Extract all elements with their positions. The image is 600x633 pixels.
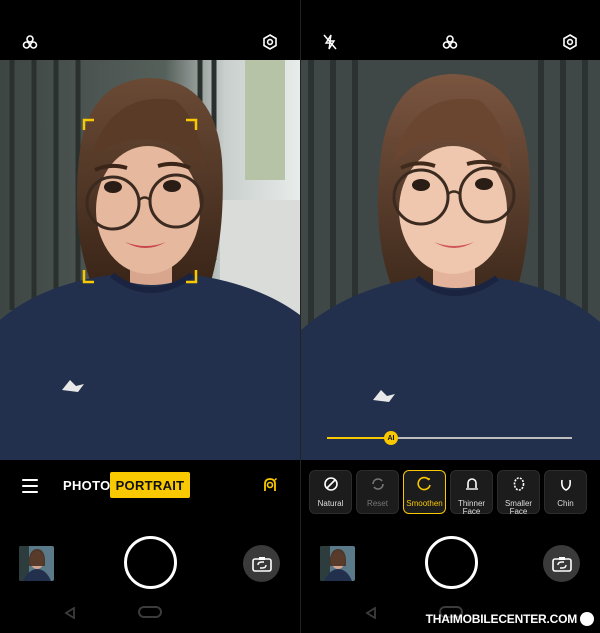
mode-photo[interactable]: PHOTO (63, 478, 111, 493)
watermark-logo-icon (580, 612, 594, 626)
flash-off-icon[interactable] (321, 33, 339, 51)
top-bar (0, 0, 300, 60)
natural-icon (323, 476, 339, 497)
watermark-text: THAIMOBILECENTER.COM (425, 612, 578, 626)
beauty-option-smoothen[interactable]: Smoothen (403, 470, 446, 514)
mode-bar: PHOTO PORTRAIT (0, 466, 300, 506)
camera-screen-beauty: AI Natural Reset Smoothen Thinner Face Small… (301, 0, 600, 633)
back-icon[interactable] (365, 606, 377, 624)
shutter-bar (0, 520, 300, 605)
shutter-bar (301, 520, 600, 605)
beauty-option-label: Thinner Face (457, 499, 486, 516)
beauty-option-label: Smoothen (406, 499, 443, 508)
gallery-thumbnail[interactable] (320, 546, 355, 581)
watermark: THAIMOBILECENTER.COM (426, 612, 594, 626)
slider-fill (327, 437, 391, 439)
camera-screen-portrait: PHOTO PORTRAIT (0, 0, 300, 633)
settings-icon[interactable] (561, 33, 579, 51)
chin-icon (558, 476, 574, 497)
beauty-option-thinner-face[interactable]: Thinner Face (450, 470, 493, 516)
beauty-option-label: Chin (557, 499, 574, 508)
filter-icon[interactable] (441, 33, 459, 51)
smaller-face-icon (511, 476, 527, 497)
beauty-option-smaller-face[interactable]: Smaller Face (497, 470, 540, 516)
shutter-button[interactable] (425, 536, 478, 589)
back-icon[interactable] (64, 606, 76, 624)
switch-camera-icon[interactable] (543, 545, 580, 582)
beauty-option-label: Reset (367, 499, 388, 508)
beauty-option-label: Natural (317, 499, 344, 508)
home-icon[interactable] (138, 606, 162, 618)
reset-icon (370, 476, 386, 497)
switch-camera-icon[interactable] (243, 545, 280, 582)
beauty-icon[interactable] (262, 477, 278, 493)
beauty-options: Natural Reset Smoothen Thinner Face Smaller … (309, 470, 600, 516)
smoothen-icon (416, 476, 433, 497)
gallery-thumbnail[interactable] (19, 546, 54, 581)
shutter-button[interactable] (124, 536, 177, 589)
beauty-option-natural[interactable]: Natural (309, 470, 352, 514)
slider-knob[interactable]: AI (384, 431, 398, 445)
mode-portrait[interactable]: PORTRAIT (110, 472, 190, 498)
thinner-face-icon (464, 476, 480, 497)
settings-icon[interactable] (261, 33, 279, 51)
beauty-option-reset: Reset (356, 470, 399, 514)
system-nav-bar (0, 600, 300, 633)
top-bar (301, 0, 600, 60)
camera-preview[interactable] (0, 60, 300, 460)
beauty-option-label: Smaller Face (504, 499, 533, 516)
beauty-option-chin[interactable]: Chin (544, 470, 587, 514)
filter-icon[interactable] (21, 33, 39, 51)
menu-icon[interactable] (22, 479, 38, 493)
camera-preview[interactable] (301, 60, 600, 460)
